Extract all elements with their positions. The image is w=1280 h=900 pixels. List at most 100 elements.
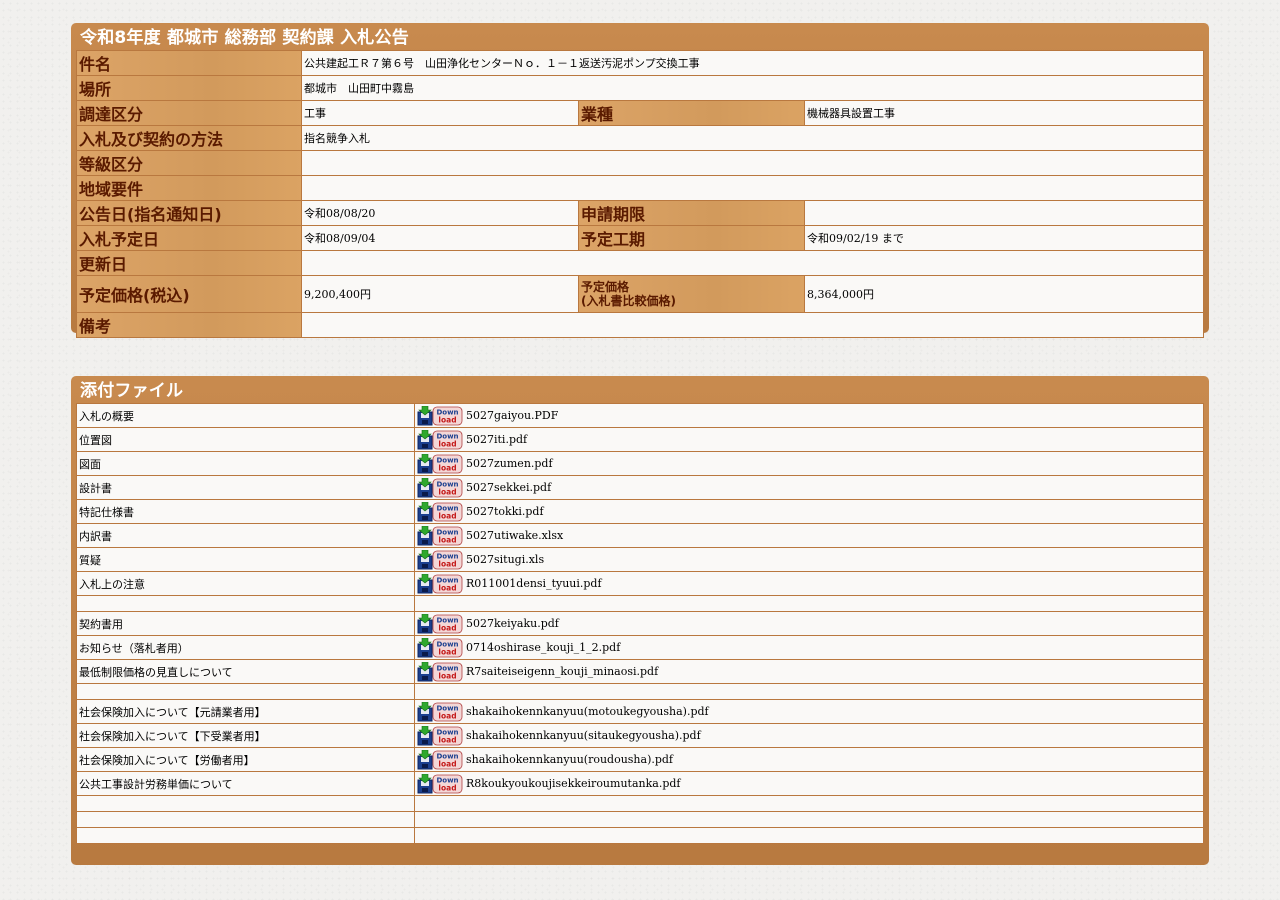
row-bid-date: 入札予定日 令和08/09/04 予定工期 令和09/02/19 まで [76, 225, 1204, 251]
svg-text:load: load [438, 647, 456, 656]
attachment-link[interactable]: 5027situgi.xls [466, 553, 544, 566]
attachment-link[interactable]: 5027sekkei.pdf [466, 481, 551, 494]
row-price: 予定価格(税込) 9,200,400円 予定価格 (入札書比較価格) 8,364… [76, 275, 1204, 313]
attachment-file-cell: Down load R011001densi_tyuui.pdf [414, 571, 1204, 596]
attachment-label: 社会保険加入について【元請業者用】 [76, 699, 415, 724]
svg-text:load: load [438, 487, 456, 496]
attachment-file-cell: Down load 5027iti.pdf [414, 427, 1204, 452]
download-icon[interactable]: Down load [417, 549, 463, 570]
svg-text:load: load [438, 439, 456, 448]
attachment-link[interactable]: 5027iti.pdf [466, 433, 527, 446]
attachments-title: 添付ファイル [80, 381, 184, 401]
svg-text:load: load [438, 735, 456, 744]
update-value [301, 250, 1204, 276]
row-region: 地域要件 [76, 175, 1204, 201]
compare-label: 予定価格 (入札書比較価格) [578, 275, 805, 313]
attachment-row: お知らせ（落札者用） Down load 0714oshirase_kouji_… [76, 635, 1204, 660]
grade-value [301, 150, 1204, 176]
svg-text:load: load [438, 583, 456, 592]
attachment-row: 契約書用 Down load 5027keiyaku.pdf [76, 611, 1204, 636]
download-icon[interactable]: Down load [417, 501, 463, 522]
download-icon[interactable]: Down load [417, 773, 463, 794]
download-icon[interactable]: Down load [417, 725, 463, 746]
download-icon[interactable]: Down load [417, 477, 463, 498]
attachment-label: 設計書 [76, 475, 415, 500]
bid-notice-panel: 令和8年度 都城市 総務部 契約課 入札公告 件名 公共建起工Ｒ７第６号 山田浄… [71, 23, 1209, 338]
attachment-file-cell [414, 595, 1204, 612]
method-label: 入札及び契約の方法 [76, 125, 302, 151]
svg-text:load: load [438, 511, 456, 520]
attachment-label [76, 683, 415, 700]
notice-title: 令和8年度 都城市 総務部 契約課 入札公告 [80, 28, 409, 48]
attachment-row [76, 683, 1204, 700]
period-value: 令和09/02/19 まで [804, 225, 1204, 251]
attachment-link[interactable]: R011001densi_tyuui.pdf [466, 577, 602, 590]
attachment-row: 最低制限価格の見直しについて Down load R7saiteiseigenn… [76, 659, 1204, 684]
attachment-label: 特記仕様書 [76, 499, 415, 524]
attachment-link[interactable]: 5027tokki.pdf [466, 505, 544, 518]
attachment-file-cell: Down load 0714oshirase_kouji_1_2.pdf [414, 635, 1204, 660]
svg-text:load: load [438, 711, 456, 720]
attachment-label: 最低制限価格の見直しについて [76, 659, 415, 684]
attachment-link[interactable]: 0714oshirase_kouji_1_2.pdf [466, 641, 620, 654]
attachment-row: 質疑 Down load 5027situgi.xls [76, 547, 1204, 572]
attachment-row: 内訳書 Down load 5027utiwake.xlsx [76, 523, 1204, 548]
attachment-file-cell: Down load R7saiteiseigenn_kouji_minaosi.… [414, 659, 1204, 684]
attachment-link[interactable]: 5027gaiyou.PDF [466, 409, 558, 422]
attachment-label: 図面 [76, 451, 415, 476]
remarks-label: 備考 [76, 312, 302, 338]
bid-date-label: 入札予定日 [76, 225, 302, 251]
attachment-row: 図面 Down load 5027zumen.pdf [76, 451, 1204, 476]
attachment-row: 社会保険加入について【労働者用】 Down load shakaihokennk… [76, 747, 1204, 772]
attachment-row: 公共工事設計労務単価について Down load R8koukyoukoujis… [76, 771, 1204, 796]
svg-text:load: load [438, 759, 456, 768]
attachment-link[interactable]: shakaihokennkanyuu(sitaukegyousha).pdf [466, 729, 701, 742]
attachments-table: 入札の概要 Down load 5027gaiyou.PDF 位置図 Down … [76, 403, 1204, 844]
remarks-value [301, 312, 1204, 338]
download-icon[interactable]: Down load [417, 429, 463, 450]
attachment-label [76, 827, 415, 844]
attachment-row: 社会保険加入について【元請業者用】 Down load shakaihokenn… [76, 699, 1204, 724]
row-name: 件名 公共建起工Ｒ７第６号 山田浄化センターＮｏ．１－１返送汚泥ポンプ交換工事 [76, 50, 1204, 76]
attachment-row: 入札の概要 Down load 5027gaiyou.PDF [76, 403, 1204, 428]
attachment-link[interactable]: R8koukyoukoujisekkeiroumutanka.pdf [466, 777, 680, 790]
attachment-link[interactable]: R7saiteiseigenn_kouji_minaosi.pdf [466, 665, 658, 678]
attachment-row: 設計書 Down load 5027sekkei.pdf [76, 475, 1204, 500]
attachment-link[interactable]: shakaihokennkanyuu(motoukegyousha).pdf [466, 705, 709, 718]
download-icon[interactable]: Down load [417, 637, 463, 658]
attachments-panel: 添付ファイル 入札の概要 Down load 5027gaiyou.PDF 位置… [71, 376, 1209, 865]
attachment-link[interactable]: 5027zumen.pdf [466, 457, 553, 470]
attachment-link[interactable]: 5027keiyaku.pdf [466, 617, 559, 630]
download-icon[interactable]: Down load [417, 701, 463, 722]
download-icon[interactable]: Down load [417, 573, 463, 594]
region-label: 地域要件 [76, 175, 302, 201]
download-icon[interactable]: Down load [417, 749, 463, 770]
method-value: 指名競争入札 [301, 125, 1204, 151]
row-remarks: 備考 [76, 312, 1204, 338]
attachment-file-cell: Down load 5027zumen.pdf [414, 451, 1204, 476]
price-label: 予定価格(税込) [76, 275, 302, 313]
svg-text:load: load [438, 623, 456, 632]
update-label: 更新日 [76, 250, 302, 276]
row-method: 入札及び契約の方法 指名競争入札 [76, 125, 1204, 151]
download-icon[interactable]: Down load [417, 661, 463, 682]
download-icon[interactable]: Down load [417, 525, 463, 546]
name-label: 件名 [76, 50, 302, 76]
category-value: 工事 [301, 100, 579, 126]
row-category: 調達区分 工事 業種 機械器具設置工事 [76, 100, 1204, 126]
announce-value: 令和08/08/20 [301, 200, 579, 226]
attachment-link[interactable]: shakaihokennkanyuu(roudousha).pdf [466, 753, 673, 766]
compare-value: 8,364,000円 [804, 275, 1204, 313]
attachment-link[interactable]: 5027utiwake.xlsx [466, 529, 563, 542]
download-icon[interactable]: Down load [417, 405, 463, 426]
download-icon[interactable]: Down load [417, 453, 463, 474]
attachment-file-cell [414, 811, 1204, 828]
notice-table: 件名 公共建起工Ｒ７第６号 山田浄化センターＮｏ．１－１返送汚泥ポンプ交換工事 … [76, 50, 1204, 338]
region-value [301, 175, 1204, 201]
attachment-row [76, 827, 1204, 844]
svg-text:load: load [438, 783, 456, 792]
announce-label: 公告日(指名通知日) [76, 200, 302, 226]
attachment-file-cell: Down load shakaihokennkanyuu(roudousha).… [414, 747, 1204, 772]
download-icon[interactable]: Down load [417, 613, 463, 634]
row-grade: 等級区分 [76, 150, 1204, 176]
